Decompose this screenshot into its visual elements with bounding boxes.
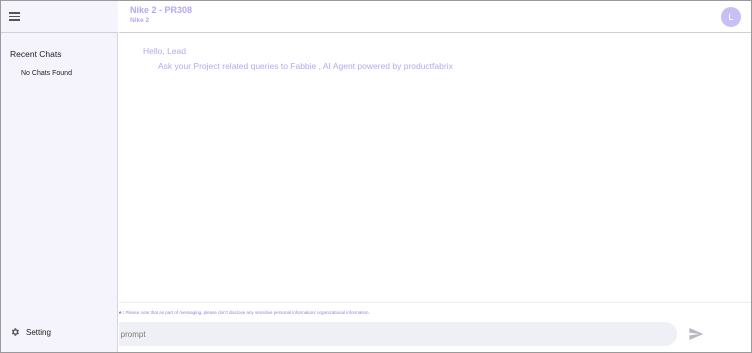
sidebar: Recent Chats No Chats Found Setting: [1, 1, 118, 352]
disclaimer-text: Please note that as part of messaging, p…: [125, 310, 370, 315]
prompt-input[interactable]: [119, 322, 677, 346]
send-icon[interactable]: [687, 326, 705, 342]
footer-divider: [119, 302, 751, 303]
no-chats-message: No Chats Found: [21, 70, 72, 77]
app-window: Recent Chats No Chats Found Setting Nike…: [0, 0, 752, 353]
disclaimer-notice: e : Please note that as part of messagin…: [119, 310, 751, 315]
intro-text: Ask your Project related queries to Fabb…: [158, 61, 453, 71]
avatar[interactable]: L: [721, 7, 741, 27]
recent-chats-title: Recent Chats: [10, 49, 62, 59]
disclaimer-prefix: e :: [119, 310, 125, 315]
setting-button[interactable]: Setting: [10, 326, 51, 338]
project-subtitle: Nike 2: [130, 17, 150, 24]
setting-label: Setting: [26, 327, 51, 337]
hamburger-menu-icon[interactable]: [9, 12, 20, 21]
sidebar-header: [1, 1, 118, 33]
project-title: Nike 2 - PR308: [130, 5, 193, 15]
gear-icon: [11, 328, 19, 336]
header: Nike 2 - PR308 Nike 2 L: [119, 1, 751, 33]
greeting-text: Hello, Lead: [143, 46, 187, 56]
